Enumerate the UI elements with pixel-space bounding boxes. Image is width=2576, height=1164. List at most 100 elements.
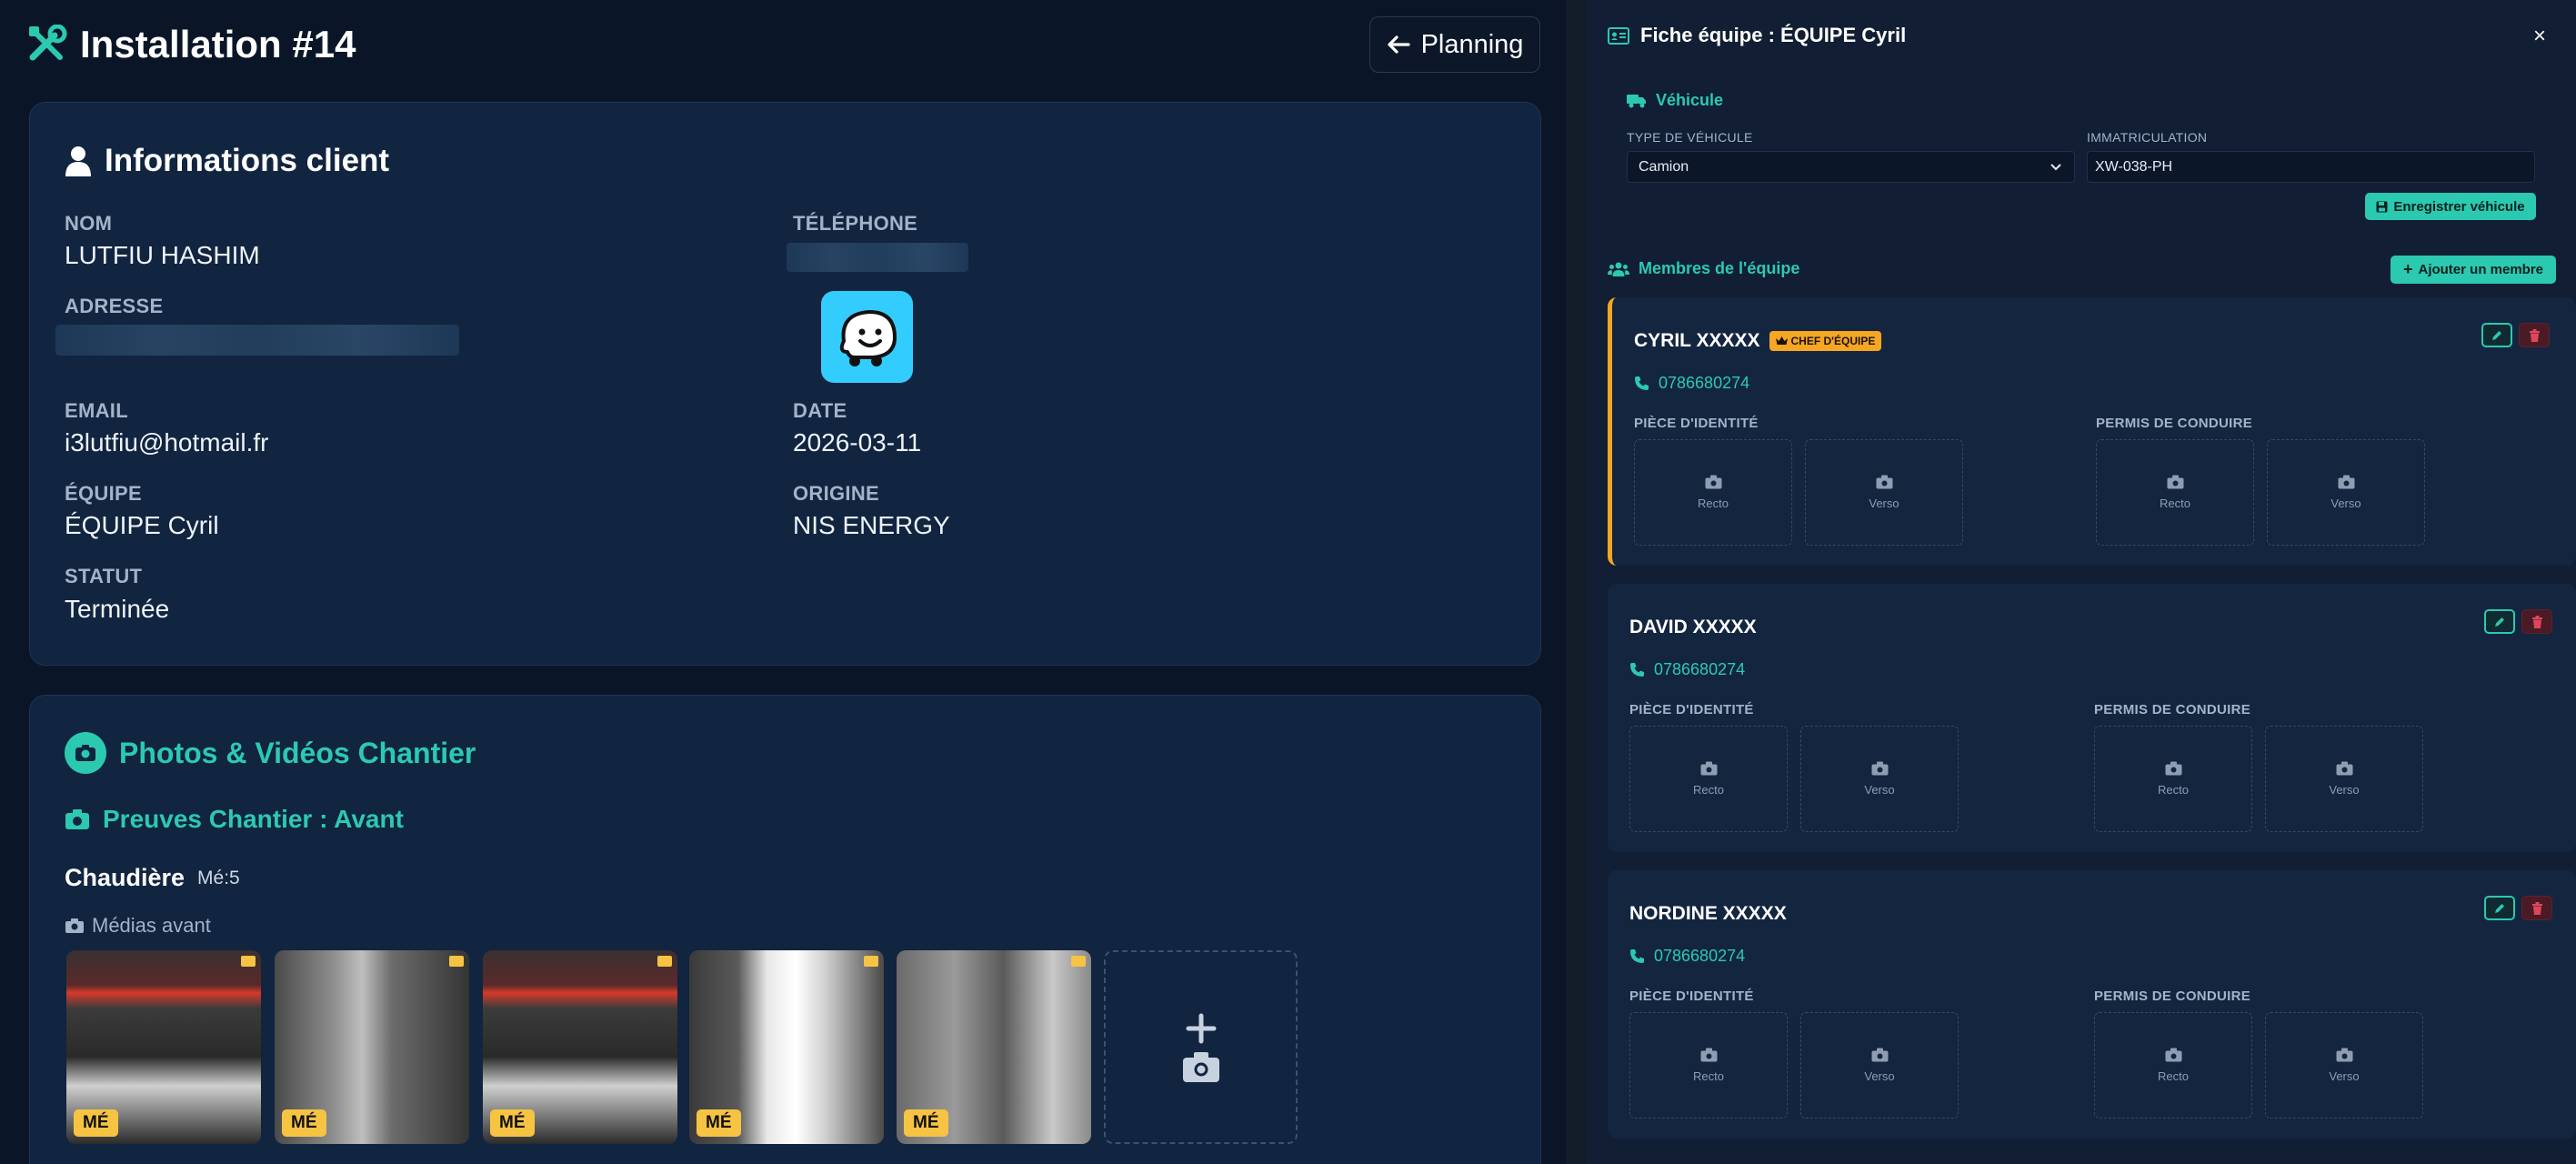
medias-avant-label: Médias avant <box>65 914 211 938</box>
members-section-title: Membres de l'équipe <box>1608 259 1799 278</box>
license-verso-upload[interactable]: Verso <box>2267 439 2425 546</box>
email-value: i3lutfiu@hotmail.fr <box>65 428 269 457</box>
verso-text: Verso <box>1864 783 1895 797</box>
vehicle-section-text: Véhicule <box>1656 91 1724 109</box>
camera-icon <box>1871 1048 1888 1062</box>
media-badge: MÉ <box>697 1109 741 1137</box>
vehicle-type-value: Camion <box>1639 158 1689 175</box>
member-card: NORDINE XXXXX 0786680274 PIÈCE D'IDENTIT… <box>1608 870 2576 1139</box>
license-recto-upload[interactable]: Recto <box>2096 439 2254 546</box>
camera-icon <box>2165 1048 2181 1062</box>
email-label: EMAIL <box>65 399 128 422</box>
save-icon <box>2376 201 2388 212</box>
verso-text: Verso <box>1864 1069 1895 1083</box>
verso-text: Verso <box>2330 497 2361 510</box>
plate-input[interactable]: XW-038-PH <box>2087 151 2535 183</box>
camera-icon <box>2336 1048 2352 1062</box>
license-recto-upload[interactable]: Recto <box>2094 1012 2252 1119</box>
save-vehicle-label: Enregistrer véhicule <box>2393 198 2525 215</box>
member-phone-link[interactable]: 0786680274 <box>1634 374 1749 393</box>
phone-icon <box>1630 949 1644 963</box>
close-panel-button[interactable]: × <box>2533 24 2546 49</box>
delete-member-button[interactable] <box>2519 323 2550 347</box>
id-label: PIÈCE D'IDENTITÉ <box>1634 416 1759 431</box>
member-phone-link[interactable]: 0786680274 <box>1629 660 1745 679</box>
plus-icon: + <box>2402 260 2413 278</box>
verso-text: Verso <box>2329 1069 2360 1083</box>
planning-button[interactable]: Planning <box>1369 16 1540 73</box>
nom-label: NOM <box>65 212 113 235</box>
users-icon <box>1608 262 1629 276</box>
recto-text: Recto <box>1693 783 1724 797</box>
chaudiere-group-header: Chaudière Mé:5 <box>65 864 240 892</box>
origine-value: NIS ENERGY <box>793 511 950 539</box>
edit-member-button[interactable] <box>2484 896 2515 920</box>
media-thumbnail[interactable]: MÉ <box>275 950 469 1144</box>
camera-icon <box>1705 475 1721 489</box>
id-recto-upload[interactable]: Recto <box>1629 726 1788 832</box>
recto-text: Recto <box>2158 783 2189 797</box>
media-badge: MÉ <box>282 1109 326 1137</box>
member-phone-link[interactable]: 0786680274 <box>1629 947 1745 966</box>
pencil-icon <box>2492 330 2501 340</box>
add-member-button[interactable]: + Ajouter un membre <box>2391 256 2556 284</box>
camera-icon <box>1700 1048 1717 1062</box>
delete-member-button[interactable] <box>2521 609 2552 634</box>
license-recto-upload[interactable]: Recto <box>2094 726 2252 832</box>
arrow-left-icon <box>1387 35 1410 54</box>
add-media-button[interactable] <box>1104 950 1298 1144</box>
preuves-subheading: Preuves Chantier : Avant <box>65 805 404 834</box>
member-name-text: CYRIL XXXXX <box>1634 330 1760 351</box>
photos-heading-text: Photos & Vidéos Chantier <box>119 736 476 769</box>
phone-icon <box>1635 376 1649 390</box>
member-phone-text: 0786680274 <box>1659 374 1750 392</box>
verso-text: Verso <box>1869 497 1899 510</box>
verso-text: Verso <box>2329 783 2360 797</box>
add-member-label: Ajouter un membre <box>2418 262 2544 277</box>
photos-card: Photos & Vidéos Chantier Preuves Chantie… <box>29 695 1541 1164</box>
member-name: DAVID XXXXX <box>1629 617 1757 638</box>
client-info-heading: Informations client <box>65 143 389 179</box>
video-icon <box>449 956 464 967</box>
trash-icon <box>2531 901 2542 915</box>
id-verso-upload[interactable]: Verso <box>1800 1012 1959 1119</box>
edit-member-button[interactable] <box>2484 609 2515 634</box>
media-thumbnail[interactable]: MÉ <box>66 950 261 1144</box>
id-verso-upload[interactable]: Verso <box>1805 439 1963 546</box>
media-count: Mé:5 <box>197 867 240 888</box>
chaudiere-title: Chaudière <box>65 864 185 891</box>
trash-icon <box>2529 328 2540 342</box>
media-thumbnail[interactable]: MÉ <box>689 950 884 1144</box>
crown-icon <box>1775 336 1788 345</box>
license-verso-upload[interactable]: Verso <box>2265 726 2423 832</box>
plate-label: IMMATRICULATION <box>2087 130 2208 145</box>
license-verso-upload[interactable]: Verso <box>2265 1012 2423 1119</box>
member-card: DAVID XXXXX 0786680274 PIÈCE D'IDENTITÉ … <box>1608 584 2576 852</box>
nom-value: LUTFIU HASHIM <box>65 241 260 269</box>
waze-button[interactable] <box>821 291 913 383</box>
user-icon <box>65 146 91 176</box>
preuves-subheading-text: Preuves Chantier : Avant <box>103 805 404 833</box>
camera-circle-icon <box>65 732 106 774</box>
license-label: PERMIS DE CONDUIRE <box>2096 416 2253 431</box>
member-name-text: NORDINE XXXXX <box>1629 903 1787 924</box>
camera-icon <box>1871 761 1888 776</box>
id-recto-upload[interactable]: Recto <box>1629 1012 1788 1119</box>
media-thumbnail[interactable]: MÉ <box>897 950 1091 1144</box>
id-verso-upload[interactable]: Verso <box>1800 726 1959 832</box>
team-panel: Fiche équipe : ÉQUIPE Cyril × Véhicule T… <box>1586 0 2576 1164</box>
video-icon <box>657 956 672 967</box>
delete-member-button[interactable] <box>2521 896 2552 920</box>
plus-icon <box>1186 1013 1216 1043</box>
save-vehicle-button[interactable]: Enregistrer véhicule <box>2365 193 2536 220</box>
panel-divider <box>1566 0 1586 1164</box>
id-recto-upload[interactable]: Recto <box>1634 439 1792 546</box>
video-icon <box>241 956 256 967</box>
adresse-label: ADRESSE <box>65 295 164 317</box>
media-thumbnail[interactable]: MÉ <box>483 950 677 1144</box>
vehicle-type-select[interactable]: Camion <box>1627 151 2075 183</box>
chef-badge: CHEF D'ÉQUIPE <box>1769 331 1882 351</box>
edit-member-button[interactable] <box>2481 323 2512 347</box>
video-icon <box>1071 956 1086 967</box>
member-name: CYRIL XXXXX CHEF D'ÉQUIPE <box>1634 330 1882 352</box>
